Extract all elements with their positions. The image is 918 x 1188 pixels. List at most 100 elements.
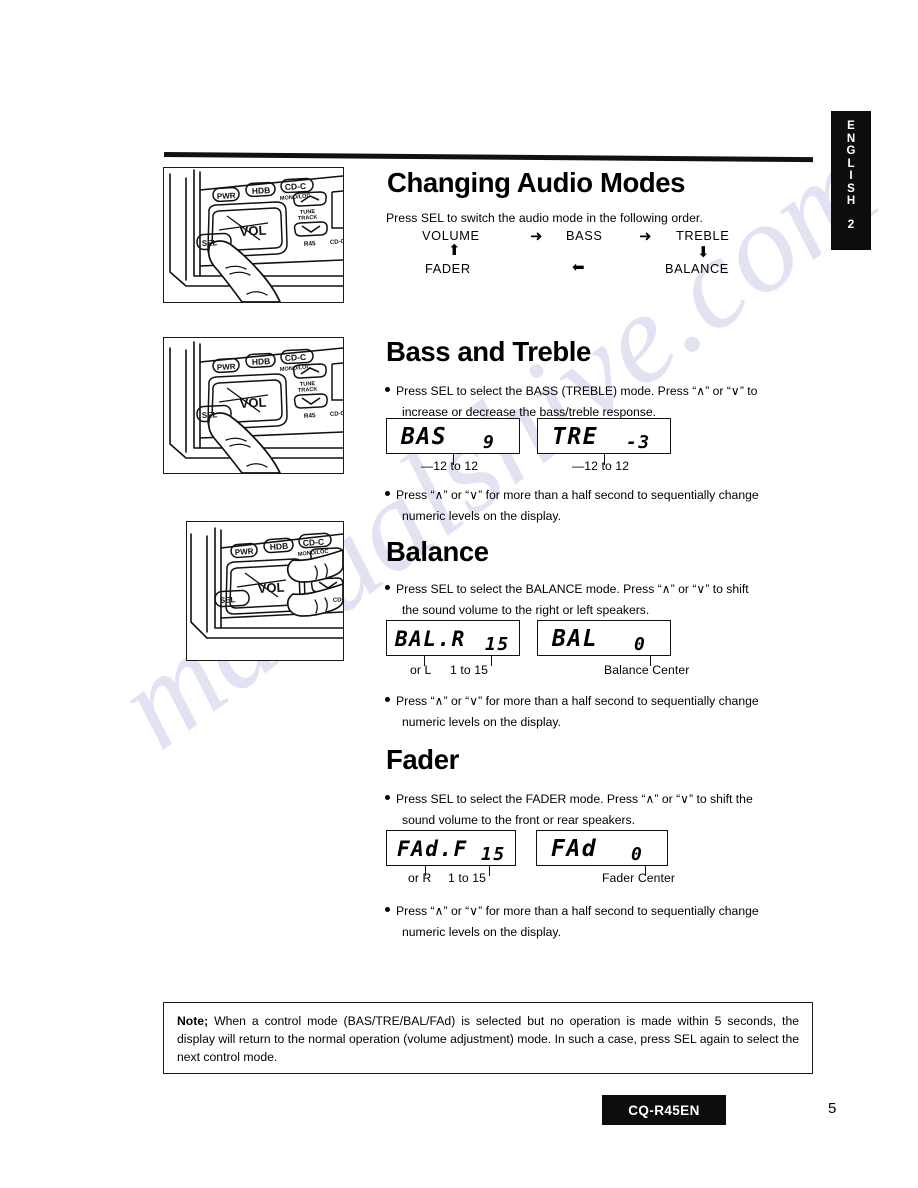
lang-letter-n: N [846,132,856,145]
fader-bullet-1-line2: sound volume to the front or rear speake… [402,813,636,827]
fader-bullet-2-line1: Press “∧” or “∨” for more than a half se… [396,904,759,918]
balance-bullet-2-line2: numeric levels on the display. [402,715,561,729]
svg-text:CD-C: CD-C [285,352,307,363]
svg-text:CD-C: CD-C [302,537,324,548]
svg-text:VOL: VOL [239,223,267,239]
svg-text:SEL: SEL [220,595,236,605]
lang-tab-number: 2 [847,216,855,231]
svg-text:PWR: PWR [217,191,236,201]
lcd-display-treble: TRE -3 [537,418,671,454]
header-rule [163,152,813,163]
arrow-right-icon-1: ➜ [530,227,543,245]
model-number-badge: CQ-R45EN [602,1095,726,1125]
balance-bullet-2-line1: Press “∧” or “∨” for more than a half se… [396,694,759,708]
svg-text:CD-C: CD-C [285,181,307,192]
lcd-balance-right-mode: BAL.R [395,627,466,651]
svg-text:R45: R45 [304,240,317,248]
heading-balance: Balance [386,536,489,567]
leader-line-fader-range [489,866,491,876]
lcd-balance-center-mode: BAL [552,626,599,652]
svg-text:SEL: SEL [202,410,218,420]
illustration-press-sel-2: PWR HDB CD-C MONO/LOC VOL SEL TUNE TRACK… [163,337,344,474]
svg-text:HDB: HDB [252,356,271,367]
caption-fader-range: 1 to 15 [448,871,486,885]
heading-changing-audio-modes: Changing Audio Modes [387,167,686,198]
arrow-left-icon: ⬅ [572,258,585,276]
leader-line-balance-range [491,656,493,666]
heading-fader: Fader [386,744,459,775]
lcd-balance-center-value: 0 [634,634,647,655]
arrow-down-icon: ⬇ [697,243,710,261]
page-number: 5 [828,1100,837,1117]
balance-bullet-1-line1: Press SEL to select the BALANCE mode. Pr… [396,582,749,596]
lcd-fader-center-mode: FAd [551,836,598,862]
lcd-display-fader-front: FAd.F 15 [386,830,516,866]
balance-bullet-1: Press SEL to select the BALANCE mode. Pr… [385,579,817,621]
bullet-dot-icon [385,387,390,392]
note-label: Note; [177,1014,209,1028]
bass-bullet-1: Press SEL to select the BASS (TREBLE) mo… [385,381,817,423]
lang-letter-l: L [847,157,855,170]
audio-mode-cycle-diagram: VOLUME ➜ BASS ➜ TREBLE ⬇ BALANCE ⬅ FADER… [386,210,811,285]
illustration-press-sel-1: PWR HDB CD-C MONO/LOC VOL SEL TUNE TRACK… [163,167,344,303]
lcd-fader-center-value: 0 [631,844,644,865]
bullet-dot-icon [385,907,390,912]
svg-text:TRACK: TRACK [298,387,318,394]
lang-letter-g: G [846,145,856,157]
lcd-bass-mode: BAS [401,424,448,450]
svg-text:VOL: VOL [239,395,267,411]
lang-letter-h: H [846,195,856,207]
illustration-press-up-down: PWR HDB CD-C MONO/LOC VOL SEL CD-C [186,521,344,661]
caption-balance-or-l: or L [410,663,432,677]
svg-text:CD-C: CD-C [330,411,343,418]
lcd-treble-value: -3 [626,432,651,453]
lcd-fader-front-mode: FAd.F [397,837,468,861]
arrow-up-icon: ⬆ [448,241,461,259]
lcd-display-fader-center: FAd 0 [536,830,668,866]
lcd-balance-right-value: 15 [485,634,510,655]
svg-text:PWR: PWR [235,547,254,557]
caption-balance-range: 1 to 15 [450,663,488,677]
arrow-right-icon-2: ➜ [639,227,652,245]
fader-bullet-1: Press SEL to select the FADER mode. Pres… [385,789,817,831]
lang-letter-i: I [849,170,853,182]
fader-bullet-2: Press “∧” or “∨” for more than a half se… [385,901,820,943]
svg-text:MONO/LOC: MONO/LOC [280,364,311,373]
caption-fader-center: Fader Center [602,871,676,885]
bullet-dot-icon [385,491,390,496]
balance-bullet-2: Press “∧” or “∨” for more than a half se… [385,691,820,733]
caption-fader-or-r: or R [408,871,432,885]
cycle-node-fader: FADER [425,261,471,276]
svg-text:VOL: VOL [257,580,285,596]
bullet-dot-icon [385,697,390,702]
caption-treble-range: —12 to 12 [572,459,630,473]
lang-letter-e: E [847,120,855,132]
cycle-node-bass: BASS [566,228,603,243]
cycle-node-balance: BALANCE [665,261,729,276]
language-side-tab: E N G L I S H 2 [831,111,871,250]
note-box: Note; When a control mode (BAS/TRE/BAL/F… [163,1002,813,1074]
caption-bass-range: —12 to 12 [421,459,479,473]
svg-text:R45: R45 [304,412,317,420]
balance-bullet-1-line2: the sound volume to the right or left sp… [402,603,650,617]
bass-bullet-1-line1: Press SEL to select the BASS (TREBLE) mo… [396,384,758,398]
lang-letter-s: S [847,182,855,195]
svg-text:TRACK: TRACK [298,215,318,222]
fader-bullet-1-line1: Press SEL to select the FADER mode. Pres… [396,792,753,806]
cycle-node-treble: TREBLE [676,228,730,243]
svg-text:SEL: SEL [202,238,218,248]
lcd-fader-front-value: 15 [481,844,506,865]
bass-bullet-2-line1: Press “∧” or “∨” for more than a half se… [396,488,759,502]
bass-bullet-2: Press “∧” or “∨” for more than a half se… [385,485,820,527]
svg-text:CD-C: CD-C [330,239,343,246]
heading-bass-and-treble: Bass and Treble [386,336,591,367]
svg-text:MONO/LOC: MONO/LOC [280,193,311,202]
note-text: When a control mode (BAS/TRE/BAL/FAd) is… [177,1014,799,1064]
svg-text:CD-C: CD-C [333,597,343,604]
caption-balance-center: Balance Center [604,663,690,677]
fader-bullet-2-line2: numeric levels on the display. [402,925,561,939]
bass-bullet-2-line2: numeric levels on the display. [402,509,561,523]
lcd-display-balance-center: BAL 0 [537,620,671,656]
bullet-dot-icon [385,585,390,590]
svg-text:HDB: HDB [269,541,288,552]
